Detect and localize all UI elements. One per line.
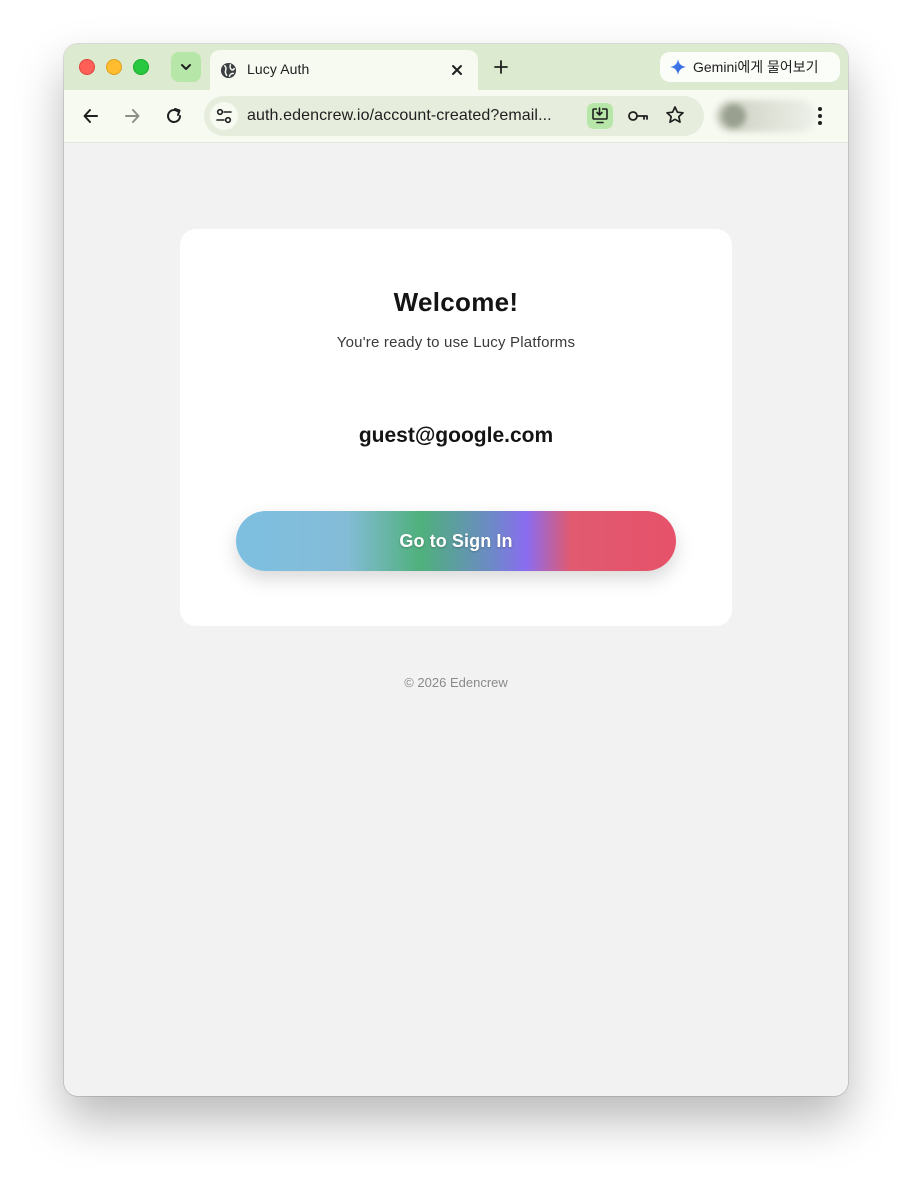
tune-icon — [216, 108, 232, 124]
gemini-label: Gemini에게 물어보기 — [693, 59, 819, 75]
page-title: Welcome! — [393, 287, 519, 317]
site-info-button[interactable] — [210, 102, 238, 130]
footer-copyright: © 2026 Edencrew — [404, 675, 508, 690]
close-window-button[interactable] — [79, 59, 95, 75]
address-bar[interactable]: auth.edencrew.io/account-created?email..… — [204, 96, 704, 136]
tab-title: Lucy Auth — [247, 61, 310, 77]
go-to-sign-in-button[interactable]: Go to Sign In — [236, 511, 676, 571]
browser-toolbar: auth.edencrew.io/account-created?email..… — [64, 90, 848, 143]
arrow-left-icon[interactable] — [81, 106, 101, 126]
browser-window: Lucy Auth Gemini에게 물어보기 auth.edencrew.io… — [64, 44, 848, 1096]
globe-icon — [220, 62, 237, 79]
tab-search-button[interactable] — [171, 52, 201, 82]
gemini-sparkle-icon — [669, 58, 687, 76]
welcome-subtitle: You're ready to use Lucy Platforms — [336, 334, 576, 351]
welcome-card: Welcome! You're ready to use Lucy Platfo… — [180, 229, 732, 626]
url-text[interactable]: auth.edencrew.io/account-created?email..… — [247, 107, 552, 125]
maximize-window-button[interactable] — [133, 59, 149, 75]
profile-chip[interactable] — [716, 100, 816, 132]
reload-icon[interactable] — [164, 106, 184, 126]
tab-lucy-auth[interactable]: Lucy Auth — [210, 50, 478, 90]
install-app-button[interactable] — [587, 103, 613, 129]
install-app-icon — [592, 107, 608, 124]
key-icon[interactable] — [627, 106, 649, 126]
star-icon[interactable] — [665, 105, 685, 125]
kebab-menu-icon[interactable] — [816, 104, 824, 128]
tab-strip: Lucy Auth Gemini에게 물어보기 — [64, 44, 848, 90]
page-content: Welcome! You're ready to use Lucy Platfo… — [64, 143, 848, 1096]
plus-icon[interactable] — [492, 58, 510, 76]
chevron-down-icon — [181, 64, 191, 70]
account-email: guest@google.com — [358, 424, 554, 447]
gemini-button[interactable]: Gemini에게 물어보기 — [660, 52, 840, 82]
minimize-window-button[interactable] — [106, 59, 122, 75]
close-icon[interactable] — [450, 63, 464, 77]
arrow-right-icon[interactable] — [122, 106, 142, 126]
